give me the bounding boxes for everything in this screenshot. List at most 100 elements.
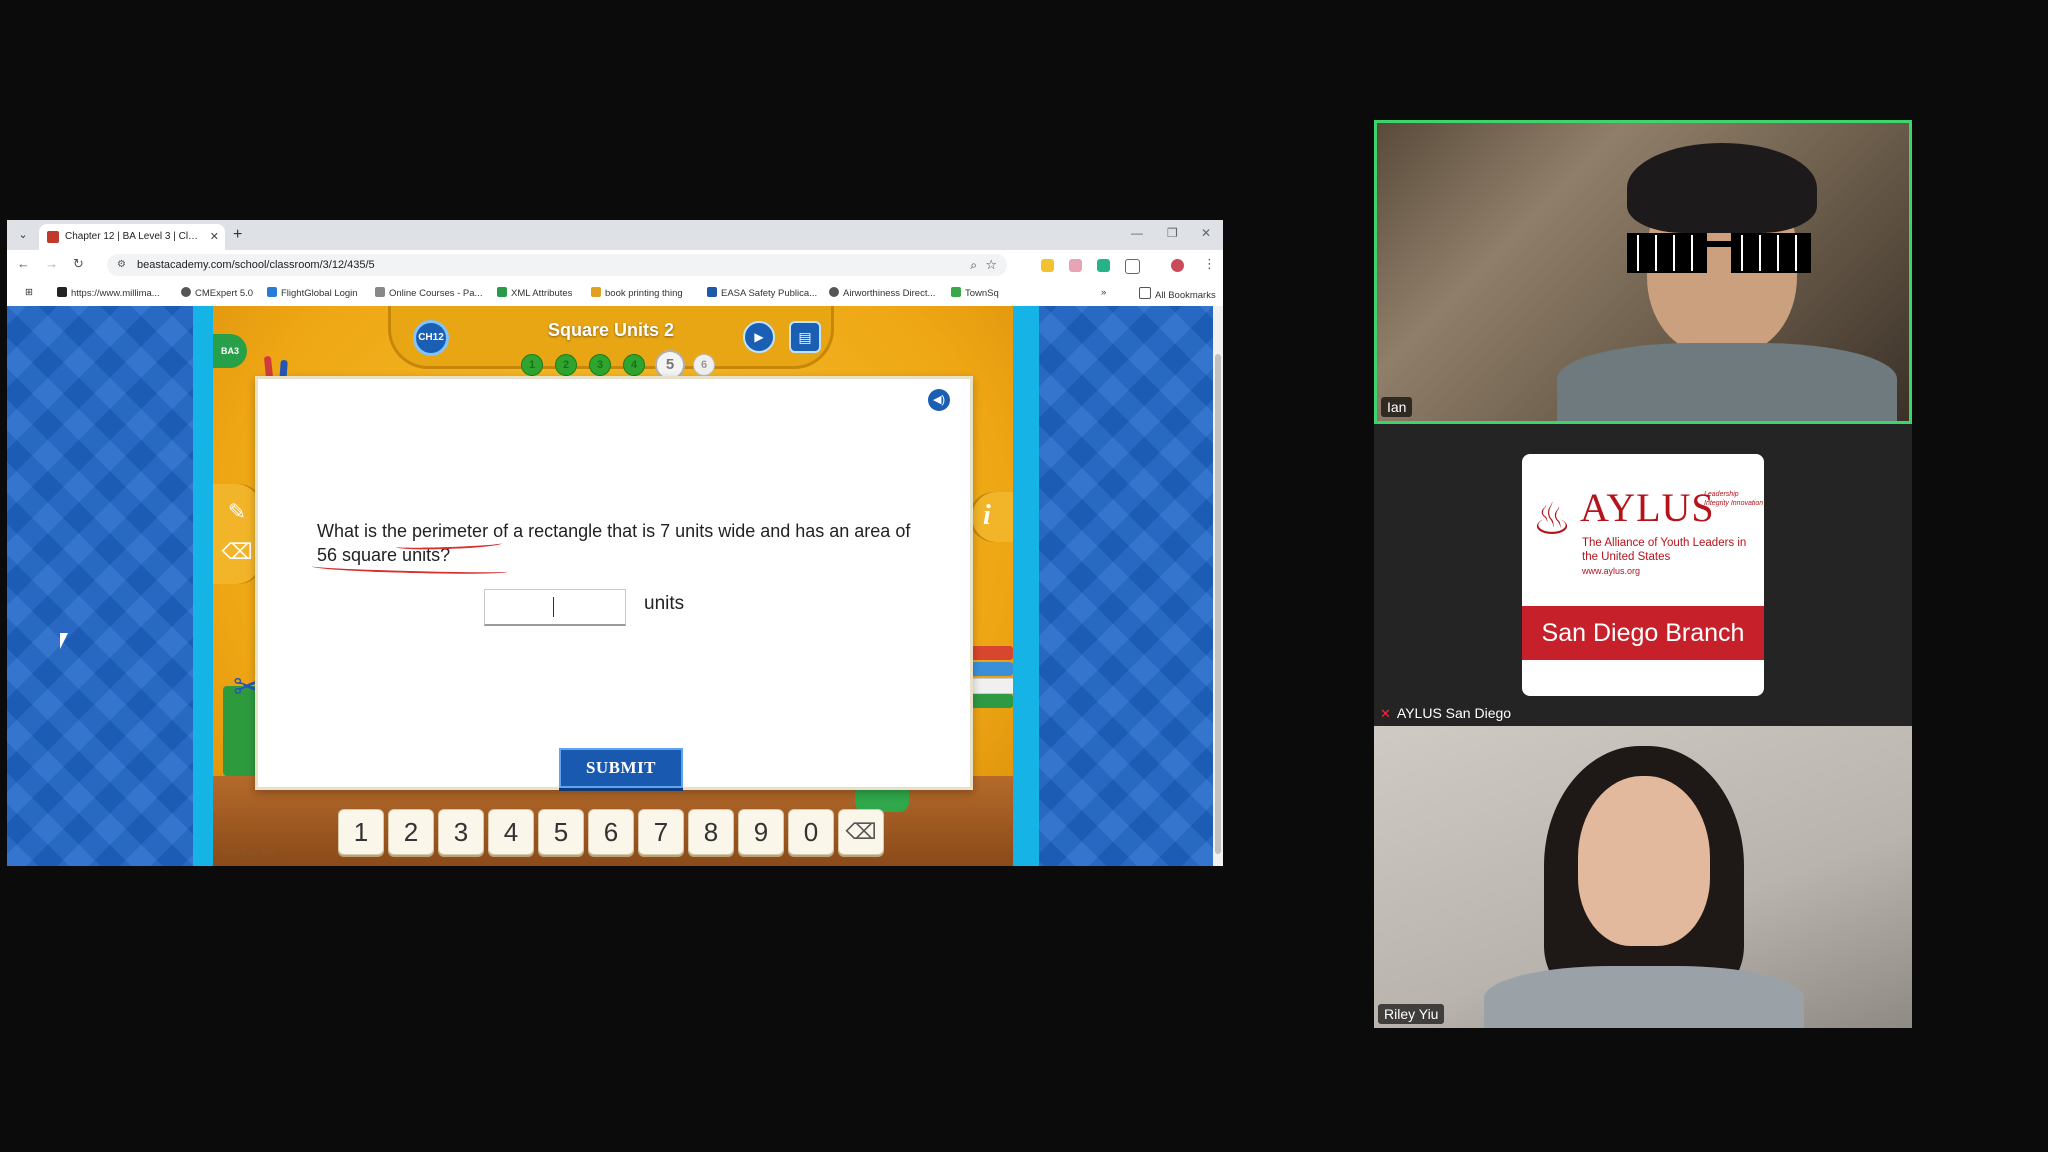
profile-avatar-icon[interactable] (1171, 259, 1184, 272)
aylus-motto: Leadership Integrity Innovation (1704, 491, 1764, 507)
site-info-icon[interactable]: ⚙ (117, 254, 126, 276)
numpad-key-8[interactable]: 8 (688, 809, 734, 855)
numpad-key-4[interactable]: 4 (488, 809, 534, 855)
video-tile-riley[interactable]: Riley Yiu (1374, 726, 1912, 1028)
numpad-key-1[interactable]: 1 (338, 809, 384, 855)
scrollbar-thumb[interactable] (1215, 354, 1221, 854)
folder-icon (1139, 287, 1151, 299)
page-content: BA3 Square Units 2 CH12 ▶ ▤ 1 2 3 4 5 6 … (7, 306, 1213, 866)
aylus-url: www.aylus.org (1582, 566, 1641, 576)
bookmark-favicon-icon (707, 287, 717, 297)
progress-dot-1[interactable]: 1 (521, 354, 543, 376)
right-panel-edge (1013, 306, 1039, 866)
browser-toolbar: ← → ↻ ⚙ beastacademy.com/school/classroo… (7, 250, 1223, 280)
progress-dot-3[interactable]: 3 (589, 354, 611, 376)
question-card: ◀) What is the perimeter of a rectangle … (255, 376, 973, 790)
numpad-key-6[interactable]: 6 (588, 809, 634, 855)
bookmark-item[interactable]: FlightGlobal Login (267, 287, 358, 299)
extension-icon[interactable] (1041, 259, 1054, 272)
numpad-key-0[interactable]: 0 (788, 809, 834, 855)
bookmark-item[interactable]: https://www.millima... (57, 287, 160, 299)
bookmark-favicon-icon (181, 287, 191, 297)
tab-close-icon[interactable]: ✕ (210, 224, 219, 250)
bookmarks-bar: ⊞ https://www.millima... CMExpert 5.0 Fl… (7, 280, 1223, 307)
participant-video-riley (1578, 776, 1710, 946)
bookmark-item[interactable]: Airworthiness Direct... (829, 287, 935, 299)
zoom-icon[interactable]: ⌕ (970, 254, 977, 276)
restore-icon[interactable]: ❐ (1167, 226, 1178, 240)
read-aloud-speaker-icon[interactable]: ◀) (928, 389, 950, 411)
more-bookmarks-button[interactable]: » (1101, 287, 1106, 298)
bookmark-item[interactable]: CMExpert 5.0 (181, 287, 253, 299)
shared-browser-window: ⌄ Chapter 12 | BA Level 3 | Classr... ✕ … (7, 220, 1223, 866)
browser-menu-icon[interactable]: ⋮ (1203, 256, 1216, 272)
bookmark-item[interactable]: book printing thing (591, 287, 683, 299)
extension-icon[interactable] (1069, 259, 1082, 272)
url-text: beastacademy.com/school/classroom/3/12/4… (137, 259, 375, 271)
numpad-key-5[interactable]: 5 (538, 809, 584, 855)
shirt-shape (1557, 343, 1897, 421)
pixel-sunglasses-overlay-icon (1627, 233, 1811, 273)
bookmark-item[interactable]: Online Courses - Pa... (375, 287, 482, 299)
shirt-shape (1484, 966, 1804, 1028)
submit-button[interactable]: SUBMIT (559, 748, 683, 788)
left-side-panel (7, 306, 213, 866)
bookmark-star-icon[interactable]: ☆ (985, 254, 997, 276)
back-icon[interactable]: ← (17, 256, 30, 271)
play-video-button[interactable]: ▶ (743, 321, 775, 353)
numpad-key-7[interactable]: 7 (638, 809, 684, 855)
bookmark-item[interactable]: XML Attributes (497, 287, 572, 299)
address-bar[interactable]: ⚙ beastacademy.com/school/classroom/3/12… (107, 254, 1007, 276)
aylus-logo-card: ♨ AYLUS Leadership Integrity Innovation … (1522, 454, 1764, 696)
bookmark-item[interactable]: TownSq (951, 287, 999, 299)
info-button[interactable]: i (969, 492, 1013, 542)
aylus-logo-text: AYLUS (1580, 485, 1715, 530)
units-label: units (644, 593, 685, 614)
chapter-badge[interactable]: CH12 (413, 320, 449, 356)
bookmark-favicon-icon (829, 287, 839, 297)
forward-icon[interactable]: → (45, 256, 58, 271)
numpad-key-3[interactable]: 3 (438, 809, 484, 855)
video-tile-ian[interactable]: Ian (1374, 120, 1912, 424)
guide-book-button[interactable]: ▤ (789, 321, 821, 353)
tab-bar: ⌄ Chapter 12 | BA Level 3 | Classr... ✕ … (7, 220, 1223, 250)
participant-name-aylus: ✕ AYLUS San Diego (1380, 705, 1512, 721)
progress-dot-6[interactable]: 6 (693, 354, 715, 376)
bookmark-favicon-icon (375, 287, 385, 297)
beast-academy-favicon-icon (47, 231, 59, 243)
participant-name-ian: Ian (1381, 397, 1413, 417)
numpad-key-9[interactable]: 9 (738, 809, 784, 855)
active-tab[interactable]: Chapter 12 | BA Level 3 | Classr... ✕ (39, 224, 225, 250)
answer-box (484, 589, 629, 626)
aylus-branch-banner: San Diego Branch (1522, 606, 1764, 660)
progress-dot-2[interactable]: 2 (555, 354, 577, 376)
participant-name-riley: Riley Yiu (1378, 1004, 1445, 1024)
eraser-icon[interactable]: ⌫ (221, 536, 253, 568)
close-window-icon[interactable]: ✕ (1201, 226, 1211, 240)
extensions-puzzle-icon[interactable] (1125, 259, 1140, 274)
bookmark-item[interactable]: EASA Safety Publica... (707, 287, 817, 299)
answer-input[interactable] (485, 590, 629, 626)
mouse-cursor-icon (60, 633, 76, 649)
video-tile-aylus[interactable]: ♨ AYLUS Leadership Integrity Innovation … (1374, 424, 1912, 726)
progress-dot-4[interactable]: 4 (623, 354, 645, 376)
copyright-text: © AoPS Inc. 2020 (221, 850, 277, 857)
bookmark-favicon-icon (951, 287, 961, 297)
hair-shape (1627, 143, 1817, 233)
new-tab-button[interactable]: + (233, 224, 242, 246)
minimize-icon[interactable]: — (1131, 226, 1143, 240)
reload-icon[interactable]: ↻ (73, 256, 84, 272)
all-bookmarks-button[interactable]: All Bookmarks (1139, 287, 1216, 301)
pencil-icon[interactable]: ✎ (221, 496, 253, 528)
tab-list-button[interactable]: ⌄ (15, 227, 31, 243)
apps-grid-icon[interactable]: ⊞ (25, 287, 33, 298)
page-scrollbar[interactable] (1213, 306, 1223, 866)
grade-badge-icon: BA3 (213, 334, 247, 368)
text-caret (553, 597, 554, 617)
numpad-backspace-icon[interactable]: ⌫ (838, 809, 884, 855)
extension-icon[interactable] (1097, 259, 1110, 272)
numpad-key-2[interactable]: 2 (388, 809, 434, 855)
right-side-panel (1013, 306, 1213, 866)
left-panel-edge (193, 306, 213, 866)
bookmark-favicon-icon (591, 287, 601, 297)
